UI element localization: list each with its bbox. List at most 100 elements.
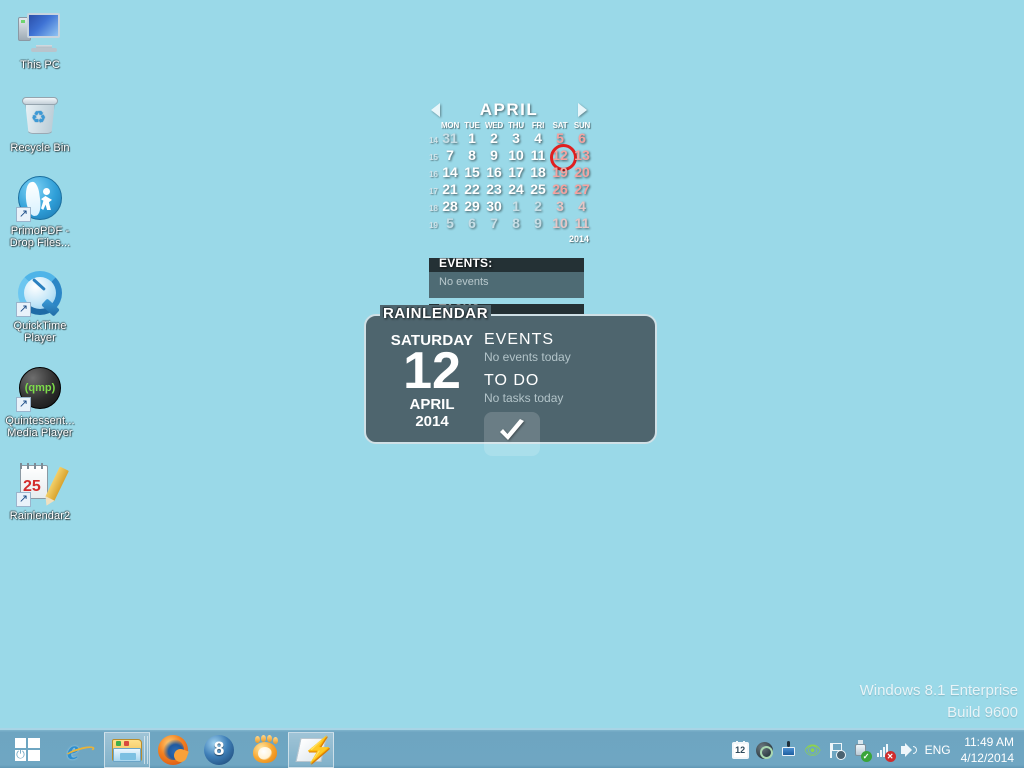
rainlendar-calendar-widget: APRIL MON TUE WED THU FRI SAT SUN 14 31 1 2… bbox=[425, 100, 593, 244]
splash-8-icon: 8 bbox=[204, 735, 234, 765]
calendar-day[interactable]: 1 bbox=[505, 198, 527, 214]
calendar-day[interactable]: 10 bbox=[505, 147, 527, 163]
clock[interactable]: 11:49 AM 4/12/2014 bbox=[961, 734, 1024, 766]
week-number: 17 bbox=[429, 187, 438, 196]
calendar-day[interactable]: 7 bbox=[439, 147, 461, 163]
calendar-day[interactable]: 29 bbox=[461, 198, 483, 214]
tray-icon-volume[interactable] bbox=[900, 742, 917, 759]
calendar-day[interactable]: 23 bbox=[483, 181, 505, 197]
add-task-button[interactable] bbox=[484, 412, 540, 456]
calendar-day[interactable]: 4 bbox=[527, 130, 549, 146]
calendar-day[interactable]: 25 bbox=[527, 181, 549, 197]
desktop-icon-label: QuickTime Player bbox=[13, 320, 67, 344]
week-number: 16 bbox=[429, 170, 438, 179]
desktop-icon-primopdf[interactable]: ↗ PrimoPDF - Drop Files... bbox=[0, 174, 80, 249]
calendar-day[interactable]: 21 bbox=[439, 181, 461, 197]
calendar-day[interactable]: 8 bbox=[505, 215, 527, 231]
calendar-day[interactable]: 13 bbox=[571, 147, 593, 163]
calendar-day[interactable]: 14 bbox=[439, 164, 461, 180]
calendar-day[interactable]: 9 bbox=[527, 215, 549, 231]
calendar-day[interactable]: 17 bbox=[505, 164, 527, 180]
calendar-grid: 14 31 1 2 3 4 5 6 15 7 8 9 10 11 12 13 16 14 15 16 17 18 19 20 1… bbox=[425, 130, 593, 232]
calendar-day[interactable]: 28 bbox=[439, 198, 461, 214]
winamp-icon: ⚡ bbox=[295, 736, 334, 764]
computer-icon bbox=[16, 8, 64, 56]
language-indicator[interactable]: ENG bbox=[925, 743, 961, 757]
clock-time: 11:49 AM bbox=[964, 735, 1014, 749]
calendar-day[interactable]: 24 bbox=[505, 181, 527, 197]
weekday-label: THU bbox=[508, 121, 524, 130]
taskbar-item-winamp[interactable]: ⚡ bbox=[288, 732, 334, 768]
firefox-icon bbox=[158, 735, 188, 765]
rainlendar-main-window[interactable]: RAINLENDAR SATURDAY 12 APRIL 2014 EVENTS… bbox=[364, 305, 657, 456]
tray-icon-safely-remove[interactable]: ✓ bbox=[852, 739, 872, 762]
desktop-icon-quicktime[interactable]: ↗ QuickTime Player bbox=[0, 269, 80, 344]
calendar-day[interactable]: 6 bbox=[571, 130, 593, 146]
calendar-day[interactable]: 11 bbox=[527, 147, 549, 163]
week-number: 18 bbox=[429, 204, 438, 213]
tray-icon-action-center[interactable] bbox=[828, 742, 846, 760]
desktop-icon-qmp[interactable]: (qmp) ↗ Quintessent... Media Player bbox=[0, 364, 80, 439]
tray-icon-network[interactable]: ✕ bbox=[876, 742, 896, 762]
weekday-label: SUN bbox=[573, 121, 591, 130]
calendar-day[interactable]: 16 bbox=[483, 164, 505, 180]
calendar-day[interactable]: 19 bbox=[549, 164, 571, 180]
calendar-day[interactable]: 11 bbox=[571, 215, 593, 231]
recycle-bin-icon: ♻ bbox=[16, 91, 64, 139]
calendar-day[interactable]: 8 bbox=[461, 147, 483, 163]
rainlendar-icon: 25 ↗ bbox=[16, 459, 69, 507]
events-panel-title: EVENTS: bbox=[439, 256, 493, 270]
prev-month-button[interactable] bbox=[431, 103, 440, 117]
paw-icon bbox=[251, 735, 279, 764]
calendar-day[interactable]: 22 bbox=[461, 181, 483, 197]
tray-icon-rainlendar[interactable]: 12 bbox=[731, 740, 749, 759]
calendar-day[interactable]: 7 bbox=[483, 215, 505, 231]
calendar-day[interactable]: 6 bbox=[461, 215, 483, 231]
tray-icon-monitor[interactable] bbox=[780, 740, 797, 759]
calendar-week-row: 19 5 6 7 8 9 10 11 bbox=[425, 215, 593, 232]
calendar-day[interactable]: 26 bbox=[549, 181, 571, 197]
shortcut-arrow-icon: ↗ bbox=[16, 492, 31, 507]
tray-icon-quicktime[interactable] bbox=[755, 741, 773, 759]
tray-icon-group: 12 👁 ✓ ✕ bbox=[731, 739, 925, 762]
calendar-day[interactable]: 31 bbox=[439, 130, 461, 146]
desktop-icon-label: Recycle Bin bbox=[10, 142, 70, 154]
watermark-line-2: Build 9600 bbox=[947, 704, 1018, 721]
calendar-day[interactable]: 1 bbox=[461, 130, 483, 146]
calendar-day[interactable]: 20 bbox=[571, 164, 593, 180]
calendar-day[interactable]: 2 bbox=[483, 130, 505, 146]
calendar-week-row: 17 21 22 23 24 25 26 27 bbox=[425, 181, 593, 198]
desktop-icon-recycle-bin[interactable]: ♻ Recycle Bin bbox=[0, 91, 80, 154]
desktop-icon-label: This PC bbox=[20, 59, 60, 71]
start-button[interactable]: ⏻ bbox=[8, 735, 48, 765]
calendar-day[interactable]: 2 bbox=[527, 198, 549, 214]
taskbar-item-internet-explorer[interactable]: e bbox=[58, 732, 104, 768]
calendar-day[interactable]: 10 bbox=[549, 215, 571, 231]
calendar-day[interactable]: 5 bbox=[439, 215, 461, 231]
taskbar-item-firefox[interactable] bbox=[150, 732, 196, 768]
calendar-day[interactable]: 18 bbox=[527, 164, 549, 180]
calendar-day[interactable]: 30 bbox=[483, 198, 505, 214]
next-month-button[interactable] bbox=[578, 103, 587, 117]
taskbar-item-file-explorer[interactable] bbox=[104, 732, 150, 768]
shortcut-arrow-icon: ↗ bbox=[16, 302, 31, 317]
tray-icon-nvidia[interactable]: 👁 bbox=[804, 742, 822, 759]
desktop-icon-rainlendar2[interactable]: 25 ↗ Rainlendar2 bbox=[0, 459, 80, 522]
desktop-icon-this-pc[interactable]: This PC bbox=[0, 8, 80, 71]
shortcut-arrow-icon: ↗ bbox=[16, 207, 31, 222]
taskbar-item-media-player[interactable]: 8 bbox=[196, 732, 242, 768]
calendar-day[interactable]: 15 bbox=[461, 164, 483, 180]
desktop-icon-label: Rainlendar2 bbox=[9, 510, 71, 522]
calendar-day[interactable]: 4 bbox=[571, 198, 593, 214]
rainlendar-month: APRIL bbox=[409, 396, 455, 413]
rainlendar-events-heading: EVENTS bbox=[484, 331, 555, 348]
calendar-day[interactable]: 9 bbox=[483, 147, 505, 163]
taskbar-item-gom-player[interactable] bbox=[242, 732, 288, 768]
calendar-day[interactable]: 27 bbox=[571, 181, 593, 197]
events-panel-header: EVENTS: bbox=[429, 256, 584, 272]
calendar-week-row: 16 14 15 16 17 18 19 20 bbox=[425, 164, 593, 181]
calendar-day-today[interactable]: 12 bbox=[549, 144, 577, 171]
calendar-day[interactable]: 3 bbox=[505, 130, 527, 146]
calendar-day[interactable]: 3 bbox=[549, 198, 571, 214]
quicktime-icon: ↗ bbox=[16, 269, 64, 317]
